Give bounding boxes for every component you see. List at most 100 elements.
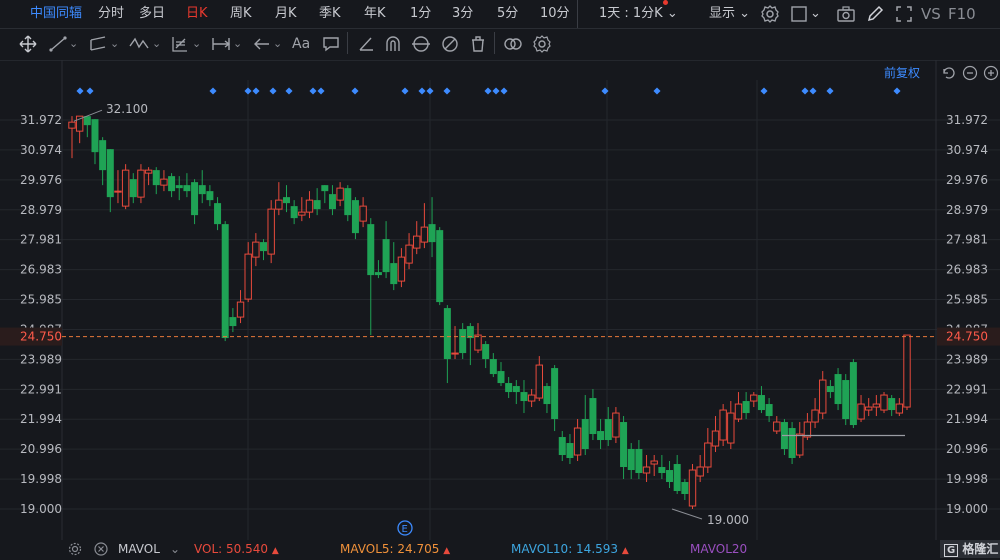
period-tab-multiday[interactable]: 多日 <box>139 0 165 28</box>
range-tool-icon[interactable] <box>210 34 232 54</box>
period-tab-5min[interactable]: 5分 <box>497 0 518 28</box>
event-diamond <box>317 87 325 95</box>
candle-body-down <box>83 116 91 126</box>
event-diamond <box>269 87 277 95</box>
line-tool-icon[interactable] <box>48 34 68 54</box>
candle-body-down <box>742 401 750 414</box>
candle-body-up <box>642 466 651 474</box>
candle-body-down <box>344 188 352 216</box>
stock-name-tab[interactable]: 中国同辐 <box>30 0 82 28</box>
chevron-down-icon: ⌄ <box>666 6 678 21</box>
chevron-down-icon[interactable]: ⌄ <box>273 34 282 54</box>
event-diamond <box>401 87 409 95</box>
y-tick-label-right: 19.000 <box>946 502 988 516</box>
kline-chart[interactable]: 31.972 31.972 30.974 30.974 29.976 29.976 28.9… <box>0 60 1000 540</box>
candle-body-up <box>267 208 275 255</box>
candle-body-down <box>581 419 589 450</box>
chevron-down-icon[interactable]: ⌄ <box>152 34 161 54</box>
angle-icon[interactable] <box>356 34 376 54</box>
compare-button[interactable]: VS <box>921 0 941 28</box>
wave-tool-icon[interactable] <box>128 34 150 54</box>
candle-body-down <box>290 206 298 219</box>
candle-body-up <box>160 178 168 186</box>
candle-body-down <box>765 404 773 417</box>
text-tool-icon[interactable]: Aa <box>292 34 310 54</box>
event-diamond <box>760 87 768 95</box>
f10-button[interactable]: F10 <box>948 0 976 28</box>
pencil-icon[interactable] <box>865 4 885 24</box>
move-icon[interactable] <box>18 34 38 54</box>
settings-icon[interactable] <box>532 34 552 54</box>
close-icon[interactable] <box>94 542 108 556</box>
candle-body-down <box>497 371 505 384</box>
period-tab-3min[interactable]: 3分 <box>452 0 473 28</box>
candle-body-up <box>397 256 406 282</box>
divider <box>347 32 348 54</box>
y-tick-label-left: 25.985 <box>20 293 62 307</box>
period-tab-weekly[interactable]: 周K <box>230 0 252 28</box>
indicator-name[interactable]: MAVOL <box>118 540 160 558</box>
chevron-down-icon[interactable]: ⌄ <box>110 34 119 54</box>
candle-body-up <box>864 406 873 411</box>
event-diamond <box>309 87 317 95</box>
chevron-down-icon[interactable]: ⌄ <box>233 34 242 54</box>
candle-body-up <box>305 199 314 213</box>
trash-icon[interactable] <box>468 34 488 54</box>
current-price-label-left: 24.750 <box>20 330 62 344</box>
channel-tool-icon[interactable] <box>88 34 108 54</box>
y-tick-label-right: 28.979 <box>946 203 988 217</box>
comment-icon[interactable] <box>321 34 341 54</box>
candle-body-down <box>551 368 559 420</box>
arrow-left-icon[interactable] <box>252 34 272 54</box>
link-icon[interactable] <box>410 34 432 54</box>
gear-icon[interactable] <box>68 542 82 556</box>
min-price-label: 19.000 <box>707 513 749 527</box>
fibonacci-tool-icon[interactable] <box>170 34 190 54</box>
candle-body-up <box>121 169 130 207</box>
period-tab-monthly[interactable]: 月K <box>275 0 297 28</box>
chevron-down-icon[interactable]: ⌄ <box>192 34 201 54</box>
chevron-down-icon: ⌄ <box>739 6 751 21</box>
period-tab-intraday[interactable]: 分时 <box>98 0 124 28</box>
overlay-icon[interactable] <box>502 34 524 54</box>
candle-body-up <box>811 409 819 423</box>
candle-body-down <box>152 170 160 186</box>
event-diamond <box>826 87 834 95</box>
candle-body-down <box>566 443 574 459</box>
candle-body-down <box>382 239 390 273</box>
y-tick-label-right: 27.981 <box>946 233 988 247</box>
chevron-down-icon[interactable]: ⌄ <box>810 0 821 28</box>
vol-value: VOL: 50.540 ▲ <box>194 540 279 560</box>
period-bar: 中国同辐 分时 多日 日K 周K 月K 季K 年K 1分 3分 5分 10分 1… <box>0 0 1000 29</box>
checkbox-icon[interactable] <box>789 4 809 24</box>
display-menu[interactable]: 显示 ⌄ <box>709 0 750 28</box>
gear-icon[interactable] <box>760 4 780 24</box>
camera-icon[interactable] <box>836 4 856 24</box>
period-tab-daily[interactable]: 日K <box>186 0 208 28</box>
candle-body-up <box>236 301 245 318</box>
candle-body-up <box>773 421 781 432</box>
candle-body-down <box>183 185 191 192</box>
magnet-icon[interactable] <box>383 34 403 54</box>
candle-body-up <box>688 469 697 507</box>
candle-body-down <box>91 119 99 153</box>
notification-dot <box>663 0 668 5</box>
candle-body-up <box>336 187 344 201</box>
candle-body-up <box>857 403 865 420</box>
candle-body-up <box>451 352 459 355</box>
period-tab-yearly[interactable]: 年K <box>364 0 386 28</box>
period-tab-10min[interactable]: 10分 <box>540 0 570 28</box>
fullscreen-icon[interactable] <box>894 4 914 24</box>
chevron-down-icon[interactable]: ⌄ <box>170 540 180 558</box>
period-tab-quarterly[interactable]: 季K <box>319 0 341 28</box>
candle-body-down <box>175 185 183 189</box>
hide-icon[interactable] <box>440 34 460 54</box>
indicator-bar: MAVOL ⌄ VOL: 50.540 ▲ MAVOL5: 24.705 ▲ M… <box>0 540 1000 558</box>
candle-body-down <box>99 140 107 171</box>
y-tick-label-left: 20.996 <box>20 442 62 456</box>
chevron-down-icon[interactable]: ⌄ <box>69 34 78 54</box>
ma10-label: MAVOL10: 14.593 <box>511 542 619 556</box>
y-tick-label-left: 30.974 <box>20 143 62 157</box>
period-tab-1min[interactable]: 1分 <box>410 0 431 28</box>
event-diamond <box>418 87 426 95</box>
